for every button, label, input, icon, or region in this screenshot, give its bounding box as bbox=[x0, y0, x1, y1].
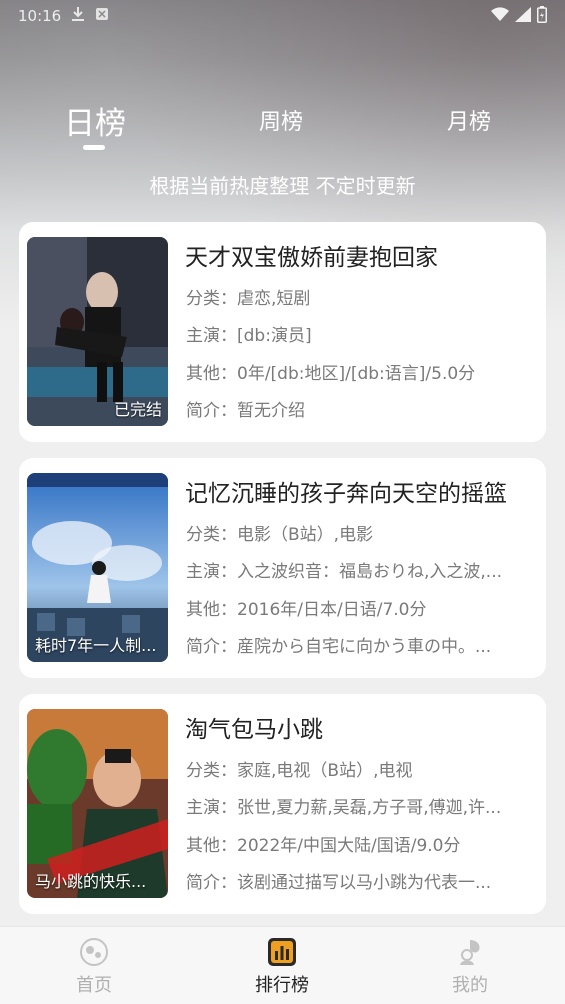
nav-ranking-label: 排行榜 bbox=[255, 975, 309, 996]
nav-home-label: 首页 bbox=[76, 975, 112, 996]
battery-icon bbox=[537, 5, 547, 27]
card-other: 其他：0年/[db:地区]/[db:语言]/5.0分 bbox=[186, 364, 476, 384]
tab-monthly[interactable]: 月榜 bbox=[447, 104, 491, 136]
poster-caption: 耗时7年一人制... bbox=[35, 636, 157, 655]
card-category: 分类：电影（B站）,电影 bbox=[186, 525, 374, 545]
card-cast: 主演：张世,夏力薪,吴磊,方子哥,傅迦,许... bbox=[186, 798, 502, 818]
nav-home[interactable]: 首页 bbox=[54, 937, 134, 997]
nav-profile[interactable]: 我的 bbox=[430, 937, 510, 997]
card-other: 其他：2022年/中国大陆/国语/9.0分 bbox=[186, 836, 461, 856]
card-intro: 简介：産院から自宅に向かう車の中。... bbox=[186, 637, 492, 657]
card-intro: 简介：该剧通过描写以马小跳为代表一... bbox=[186, 873, 492, 893]
signal-icon bbox=[515, 6, 531, 26]
poster-caption: 马小跳的快乐... bbox=[35, 872, 147, 891]
card-cast: 主演：[db:演员] bbox=[186, 326, 312, 346]
card-intro: 简介：暂无介绍 bbox=[186, 401, 305, 421]
poster-caption: 已完结 bbox=[113, 400, 162, 419]
nav-profile-label: 我的 bbox=[452, 975, 488, 996]
poster-image: 马小跳的快乐... bbox=[27, 709, 168, 898]
drama-card[interactable]: 已完结 天才双宝傲娇前妻抱回家 分类：虐恋,短剧 主演：[db:演员] 其他：0… bbox=[19, 222, 546, 442]
tab-daily[interactable]: 日榜 bbox=[64, 98, 126, 143]
nav-ranking[interactable]: 排行榜 bbox=[242, 937, 322, 997]
card-title: 天才双宝傲娇前妻抱回家 bbox=[185, 245, 438, 271]
tab-weekly[interactable]: 周榜 bbox=[259, 104, 303, 136]
status-time: 10:16 bbox=[18, 7, 62, 25]
drama-card[interactable]: 马小跳的快乐... 淘气包马小跳 分类：家庭,电视（B站）,电视 主演：张世,夏… bbox=[19, 694, 546, 914]
download-icon bbox=[71, 6, 85, 26]
wifi-icon bbox=[491, 6, 509, 26]
bottom-navigation: 首页 排行榜 我的 bbox=[0, 926, 565, 1004]
home-icon bbox=[79, 937, 109, 967]
profile-icon bbox=[455, 937, 485, 967]
card-category: 分类：虐恋,短剧 bbox=[186, 289, 311, 309]
active-tab-indicator bbox=[83, 145, 105, 150]
ranking-subtitle: 根据当前热度整理 不定时更新 bbox=[149, 174, 416, 198]
drama-card[interactable]: 耗时7年一人制... 记忆沉睡的孩子奔向天空的摇篮 分类：电影（B站）,电影 主… bbox=[19, 458, 546, 678]
card-other: 其他：2016年/日本/日语/7.0分 bbox=[186, 600, 427, 620]
poster-image: 耗时7年一人制... bbox=[27, 473, 168, 662]
ranking-icon bbox=[267, 937, 297, 967]
notification-icon bbox=[95, 7, 109, 25]
status-bar: 10:16 bbox=[0, 0, 565, 32]
card-title: 记忆沉睡的孩子奔向天空的摇篮 bbox=[185, 481, 507, 507]
card-category: 分类：家庭,电视（B站）,电视 bbox=[186, 761, 413, 781]
card-title: 淘气包马小跳 bbox=[185, 717, 323, 743]
card-cast: 主演：入之波织音：福島おりね,入之波,... bbox=[186, 562, 503, 582]
poster-image: 已完结 bbox=[27, 237, 168, 426]
